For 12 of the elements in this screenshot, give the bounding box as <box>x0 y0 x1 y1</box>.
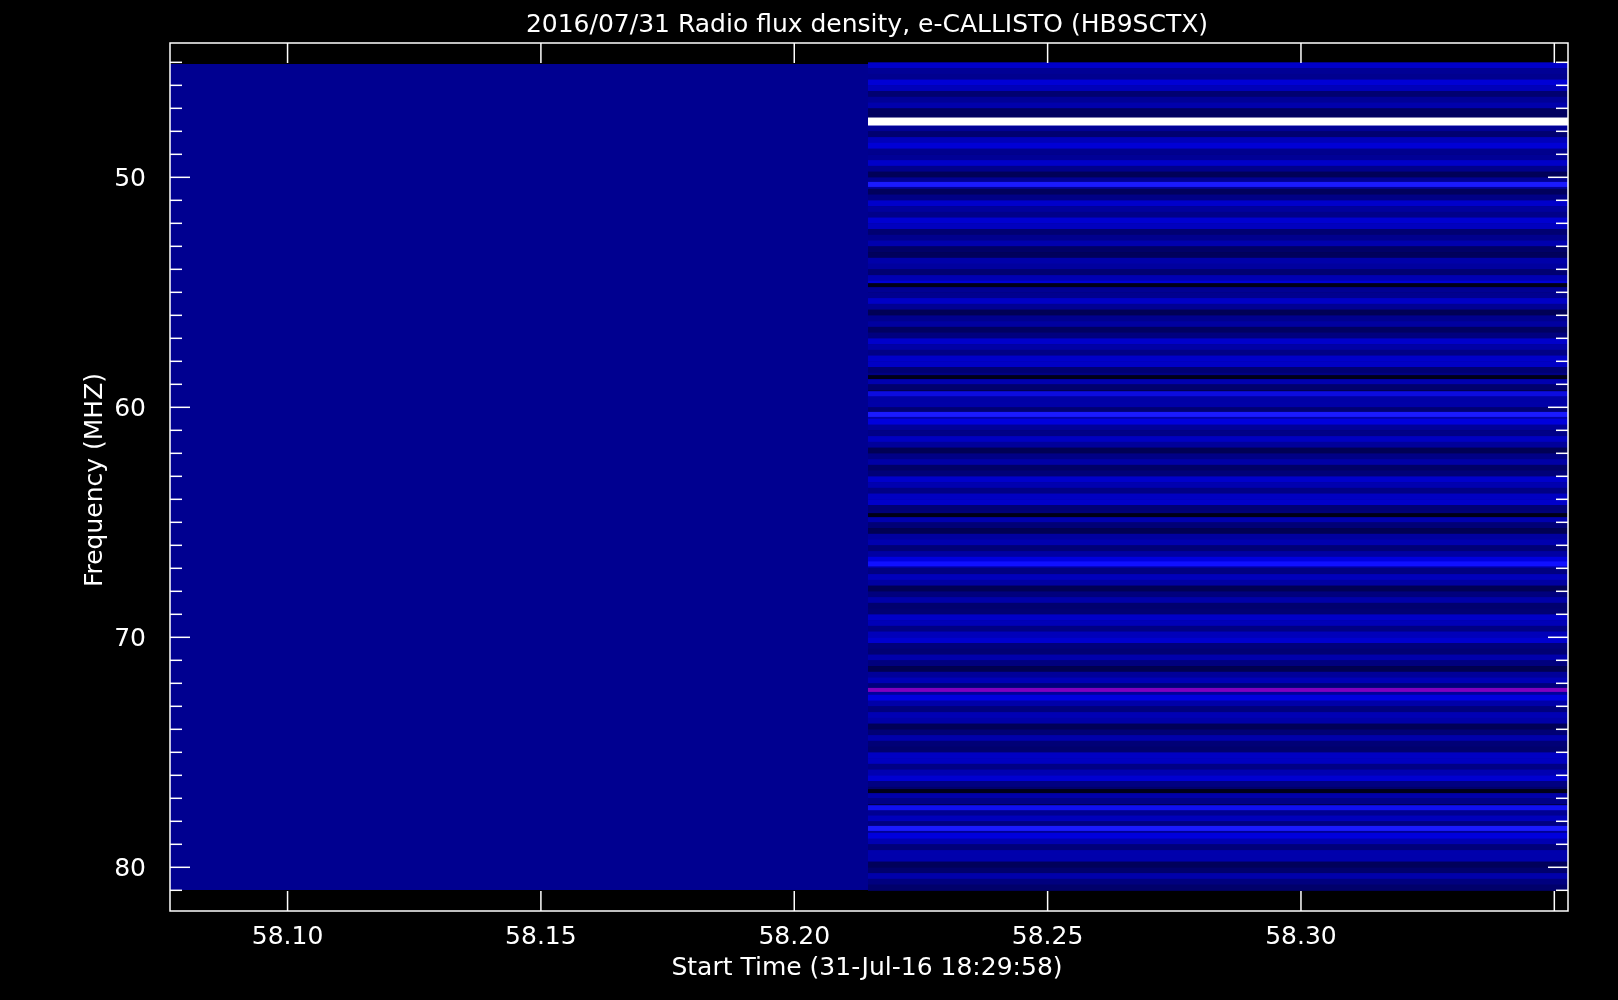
x-tick-label: 58.25 <box>1011 921 1084 950</box>
x-tick-label: 58.20 <box>758 921 831 950</box>
chart-title: 2016/07/31 Radio flux density, e-CALLISTO (HB9SCTX) <box>525 9 1209 38</box>
x-axis-label: Start Time (31-Jul-16 18:29:58) <box>671 952 1063 981</box>
y-tick-label: 80 <box>114 853 146 883</box>
x-tick-label: 58.10 <box>251 921 324 950</box>
y-axis-label: Frequency (MHZ) <box>79 372 108 588</box>
x-tick-label: 58.30 <box>1265 921 1337 950</box>
y-tick-label: 60 <box>114 393 146 423</box>
x-tick-label: 58.15 <box>505 921 577 950</box>
y-tick-label: 50 <box>114 163 146 193</box>
y-tick-label: 70 <box>114 623 146 653</box>
